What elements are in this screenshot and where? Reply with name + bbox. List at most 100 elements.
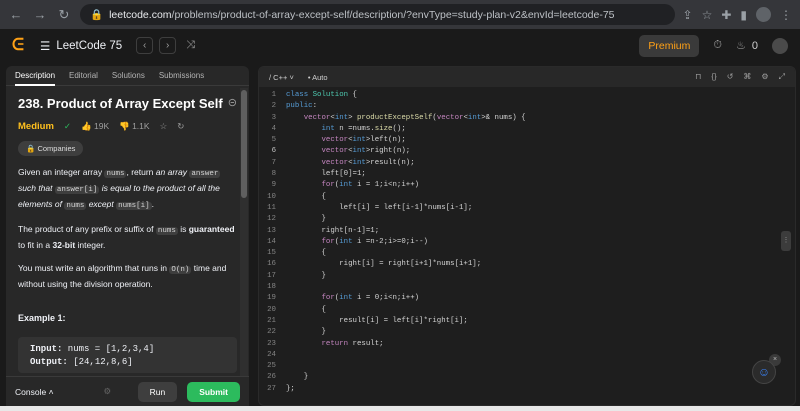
code-text[interactable]: } — [286, 373, 308, 384]
run-button[interactable]: Run — [137, 381, 178, 402]
submit-button[interactable]: Submit — [187, 381, 240, 402]
code-line[interactable]: 21 result[i] = left[i]*right[i]; — [259, 317, 795, 328]
bookmark-star-icon[interactable]: ☆ — [702, 8, 713, 22]
settings-icon[interactable]: ⚙ — [761, 72, 768, 82]
code-line[interactable]: 7 vector<int>result(n); — [259, 159, 795, 170]
code-text[interactable]: right[i] = right[i+1]*nums[i+1]; — [286, 260, 481, 271]
code-line[interactable]: 24 — [259, 351, 795, 362]
address-bar[interactable]: 🔒 leetcode.com/problems/product-of-array… — [80, 4, 675, 25]
code-line[interactable]: 18 — [259, 283, 795, 294]
code-text[interactable]: for(int i = 0;i<n;i++) — [286, 294, 419, 305]
profile-avatar[interactable] — [756, 7, 771, 22]
scrollbar-thumb[interactable] — [241, 90, 247, 198]
code-text[interactable]: for(int i =n-2;i>=0;i--) — [286, 238, 427, 249]
example-output-label: Output: — [30, 357, 68, 367]
code-line[interactable]: 4 int n =nums.size(); — [259, 125, 795, 136]
code-line[interactable]: 20 { — [259, 306, 795, 317]
mode-select[interactable]: • Auto — [308, 73, 328, 82]
extensions-icon[interactable]: ✚ — [721, 8, 731, 22]
code-text[interactable]: left[i] = left[i-1]*nums[i-1]; — [286, 204, 472, 215]
code-text[interactable]: vector<int>right(n); — [286, 147, 410, 158]
code-line[interactable]: 9 for(int i = 1;i<n;i++) — [259, 181, 795, 192]
code-area[interactable]: 1 class Solution {2 public: 3 vector<int> p… — [259, 91, 795, 396]
code-line[interactable]: 10 { — [259, 193, 795, 204]
language-select[interactable]: / C++ ˅ — [269, 73, 294, 82]
code-text[interactable]: right[n-1]=1; — [286, 227, 379, 238]
code-line[interactable]: 17 } — [259, 272, 795, 283]
premium-button[interactable]: Premium — [639, 34, 700, 57]
console-toggle[interactable]: Console ˄ — [15, 387, 54, 397]
debug-icon[interactable]: ⚙ — [104, 386, 112, 397]
code-text[interactable]: { — [286, 193, 325, 204]
code-text[interactable]: vector<int>left(n); — [286, 136, 405, 147]
inline-code: answer — [189, 170, 221, 178]
fullscreen-icon[interactable]: ⤢ — [779, 72, 785, 82]
favorite-star-icon[interactable]: ☆ — [160, 121, 168, 132]
code-text[interactable]: int n =nums.size(); — [286, 125, 405, 136]
tab-editorial[interactable]: Editorial — [69, 71, 98, 80]
shuffle-icon[interactable]: ⤨ — [186, 39, 195, 52]
code-line[interactable]: 16 right[i] = right[i+1]*nums[i+1]; — [259, 260, 795, 271]
code-line[interactable]: 19 for(int i = 0;i<n;i++) — [259, 294, 795, 305]
code-text[interactable]: public: — [286, 102, 317, 113]
problem-list-button[interactable]: ☰ LeetCode 75 — [40, 39, 122, 53]
tab-submissions[interactable]: Submissions — [159, 71, 204, 80]
code-line[interactable]: 5 vector<int>left(n); — [259, 136, 795, 147]
share-icon[interactable]: ⇪ — [683, 8, 693, 22]
options-icon[interactable]: ⊝ — [228, 96, 237, 111]
tab-solutions[interactable]: Solutions — [112, 71, 145, 80]
tab-description[interactable]: Description — [15, 71, 56, 86]
code-line[interactable]: 22 } — [259, 328, 795, 339]
streak-flame-icon[interactable]: ♨ — [736, 39, 746, 52]
code-text[interactable]: for(int i = 1;i<n;i++) — [286, 181, 419, 192]
code-line[interactable]: 1 class Solution { — [259, 91, 795, 102]
reset-icon[interactable]: ↺ — [727, 72, 734, 82]
prev-problem-button[interactable]: ‹ — [136, 37, 154, 54]
description-scrollbar[interactable] — [240, 88, 248, 376]
code-text[interactable]: { — [286, 249, 325, 260]
code-text[interactable]: return result; — [286, 340, 383, 351]
code-text[interactable]: { — [286, 306, 325, 317]
back-icon[interactable]: ← — [8, 7, 24, 22]
code-text[interactable]: vector<int> productExceptSelf(vector<int… — [286, 114, 526, 125]
code-text[interactable]: } — [286, 215, 325, 226]
menu-kebab-icon[interactable]: ⋮ — [780, 8, 792, 22]
code-line[interactable]: 3 vector<int> productExceptSelf(vector<i… — [259, 114, 795, 125]
code-line[interactable]: 27}; — [259, 385, 795, 396]
forward-icon[interactable]: → — [32, 7, 48, 22]
code-line[interactable]: 8 left[0]=1; — [259, 170, 795, 181]
code-text[interactable]: result[i] = left[i]*right[i]; — [286, 317, 468, 328]
code-text[interactable]: class Solution { — [286, 91, 357, 102]
share-link-icon[interactable]: ↻ — [177, 121, 184, 132]
braces-icon[interactable]: {} — [711, 72, 716, 82]
shortcut-icon[interactable]: ⌘ — [743, 72, 751, 82]
code-line[interactable]: 26 } — [259, 373, 795, 384]
code-text[interactable]: } — [286, 272, 325, 283]
code-line[interactable]: 6 vector<int>right(n); — [259, 147, 795, 158]
sidepanel-icon[interactable]: ▮ — [740, 8, 747, 22]
reload-icon[interactable]: ↻ — [56, 7, 72, 23]
editor-toolbar: / C++ ˅ • Auto ⊓ {} ↺ ⌘ ⚙ ⤢ — [259, 67, 795, 87]
dislike-icon[interactable]: 👎 — [119, 121, 130, 131]
code-line[interactable]: 25 — [259, 362, 795, 373]
like-icon[interactable]: 👍 — [81, 121, 92, 131]
code-text[interactable]: left[0]=1; — [286, 170, 365, 181]
leetcode-logo-icon[interactable]: ᕮ — [12, 37, 28, 54]
code-line[interactable]: 13 right[n-1]=1; — [259, 227, 795, 238]
timer-icon[interactable]: ⏱ — [713, 39, 722, 52]
code-line[interactable]: 2 public: — [259, 102, 795, 113]
code-line[interactable]: 23 return result; — [259, 340, 795, 351]
code-line[interactable]: 15 { — [259, 249, 795, 260]
next-problem-button[interactable]: › — [159, 37, 177, 54]
code-line[interactable]: 14 for(int i =n-2;i>=0;i--) — [259, 238, 795, 249]
code-line[interactable]: 12 } — [259, 215, 795, 226]
code-text[interactable]: } — [286, 328, 325, 339]
bookmark-icon[interactable]: ⊓ — [695, 72, 701, 82]
code-text[interactable]: vector<int>result(n); — [286, 159, 414, 170]
user-avatar[interactable] — [772, 37, 788, 54]
companies-chip[interactable]: 🔒 Companies — [18, 141, 84, 156]
code-line[interactable]: 11 left[i] = left[i-1]*nums[i-1]; — [259, 204, 795, 215]
chat-bubble-icon[interactable]: ☺ — [752, 360, 776, 384]
code-text[interactable]: }; — [286, 385, 295, 396]
collapse-handle-icon[interactable]: ⋮ — [781, 231, 791, 251]
